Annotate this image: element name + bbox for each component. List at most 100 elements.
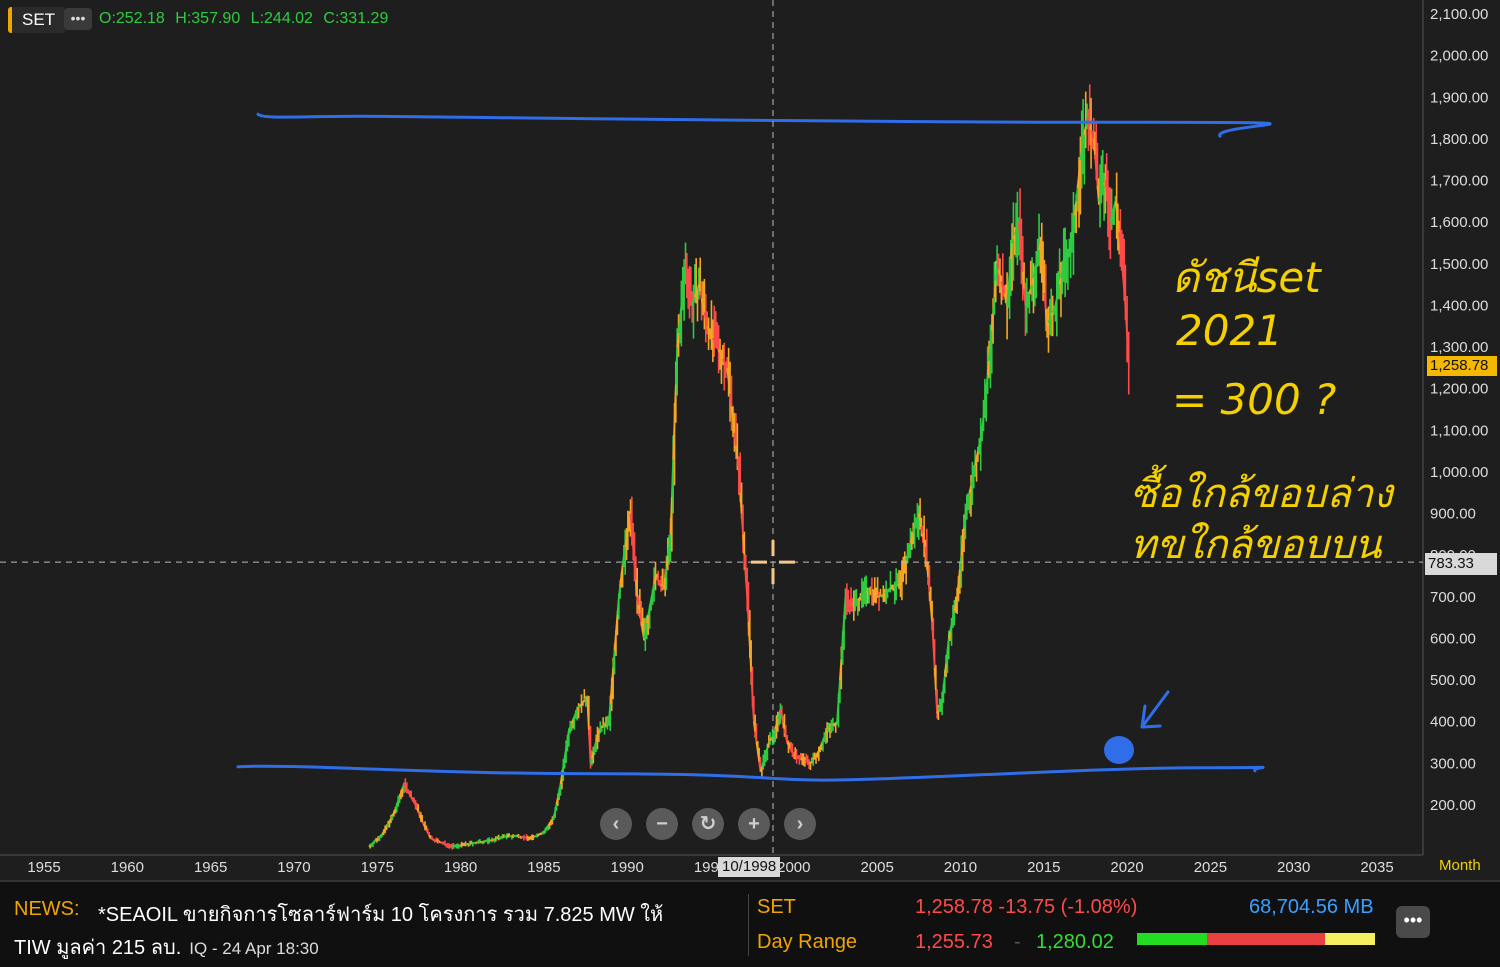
price-line-segment bbox=[429, 836, 430, 839]
price-line-segment bbox=[1012, 239, 1013, 243]
price-line-segment bbox=[602, 726, 603, 727]
price-line-segment bbox=[860, 596, 861, 597]
handwritten-note: ซื้อใกล้ขอบล่าง bbox=[1130, 464, 1395, 517]
price-line-segment bbox=[432, 839, 433, 840]
handwritten-note: ทขใกล้ขอบบน bbox=[1130, 522, 1383, 568]
y-tick-label: 1,600.00 bbox=[1430, 214, 1488, 231]
price-line-segment bbox=[1008, 274, 1009, 290]
price-line-segment bbox=[583, 700, 584, 702]
price-line-segment bbox=[1122, 259, 1123, 275]
price-line-segment bbox=[384, 829, 385, 832]
price-line-segment bbox=[1120, 243, 1121, 259]
price-line-segment bbox=[1095, 155, 1096, 171]
more-options-icon[interactable]: ••• bbox=[64, 8, 92, 30]
price-line-segment bbox=[770, 738, 771, 740]
price-line-segment bbox=[1101, 189, 1102, 193]
interval-label[interactable]: Month bbox=[1439, 857, 1481, 874]
zoom-in-icon[interactable]: + bbox=[738, 808, 770, 840]
scroll-left-icon[interactable]: ‹ bbox=[600, 808, 632, 840]
x-tick-label: 2030 bbox=[1277, 859, 1310, 876]
price-line-segment bbox=[876, 593, 877, 594]
price-line-segment bbox=[829, 728, 830, 729]
price-line-segment bbox=[1011, 243, 1012, 259]
x-tick-label: 2010 bbox=[944, 859, 977, 876]
news-label: NEWS: bbox=[14, 898, 80, 921]
price-line-segment bbox=[848, 600, 849, 601]
y-tick-label: 1,200.00 bbox=[1430, 381, 1488, 398]
news-headline-line1[interactable]: *SEAOIL ขายกิจการโซลาร์ฟาร์ม 10 โครงการ … bbox=[98, 898, 663, 930]
chart-area[interactable]: ดัชนีset2021= 300 ?ซื้อใกล้ขอบล่างทขใกล้… bbox=[0, 0, 1500, 880]
dot-marker bbox=[1104, 736, 1134, 764]
x-tick-label: 1980 bbox=[444, 859, 477, 876]
price-line-segment bbox=[1108, 201, 1109, 211]
price-line-segment bbox=[420, 815, 421, 818]
price-line-segment bbox=[1113, 207, 1114, 212]
price-line-segment bbox=[1119, 233, 1120, 243]
scroll-right-icon[interactable]: › bbox=[784, 808, 816, 840]
price-line-segment bbox=[599, 729, 600, 730]
price-line-segment bbox=[1091, 131, 1092, 135]
high-value: H:357.90 bbox=[175, 10, 240, 27]
zoom-out-icon[interactable]: − bbox=[646, 808, 678, 840]
price-line-segment bbox=[408, 792, 409, 795]
price-line-segment bbox=[889, 589, 890, 590]
price-line-segment bbox=[537, 835, 538, 836]
price-line-segment bbox=[812, 759, 813, 761]
price-line-segment bbox=[1124, 290, 1125, 306]
reset-icon[interactable]: ↻ bbox=[692, 808, 724, 840]
menu-icon[interactable]: ••• bbox=[1396, 906, 1430, 938]
close-value: C:331.29 bbox=[323, 10, 388, 27]
last-price-tag: 1,258.78 bbox=[1427, 356, 1497, 376]
price-line-segment bbox=[898, 585, 899, 586]
price-line-segment bbox=[370, 844, 371, 845]
price-line-segment bbox=[376, 839, 377, 840]
price-line-segment bbox=[817, 751, 818, 753]
price-line-segment bbox=[1028, 293, 1029, 297]
x-tick-label: 2015 bbox=[1027, 859, 1060, 876]
x-tick-label: 2025 bbox=[1194, 859, 1227, 876]
y-tick-label: 200.00 bbox=[1430, 797, 1476, 814]
lower-channel-line bbox=[238, 766, 1263, 780]
x-tick-label: 2035 bbox=[1360, 859, 1393, 876]
price-line-segment bbox=[856, 600, 857, 602]
price-line-segment bbox=[382, 832, 383, 835]
price-chart[interactable]: ดัชนีset2021= 300 ?ซื้อใกล้ขอบล่างทขใกล้… bbox=[0, 0, 1500, 880]
price-line-segment bbox=[1010, 259, 1011, 275]
price-line-segment bbox=[424, 824, 425, 827]
price-line-segment bbox=[1027, 297, 1028, 301]
price-line-segment bbox=[787, 743, 788, 745]
price-line-segment bbox=[550, 822, 551, 824]
ohlc-readout: O:252.18 H:357.90 L:244.02 C:331.29 bbox=[99, 10, 394, 28]
price-line-segment bbox=[380, 835, 381, 836]
price-line-segment bbox=[657, 578, 658, 580]
price-line-segment bbox=[875, 592, 876, 593]
y-tick-label: 1,700.00 bbox=[1430, 173, 1488, 190]
price-line-segment bbox=[878, 594, 879, 595]
price-line-segment bbox=[932, 622, 933, 645]
quote-price-change: 1,258.78 -13.75 (-1.08%) bbox=[915, 896, 1137, 919]
price-line-segment bbox=[773, 734, 774, 736]
price-line-segment bbox=[870, 589, 871, 590]
price-line-segment bbox=[552, 817, 553, 819]
price-line-segment bbox=[799, 758, 800, 759]
price-line-segment bbox=[892, 587, 893, 588]
bottom-panel: NEWS: *SEAOIL ขายกิจการโซลาร์ฟาร์ม 10 โค… bbox=[0, 880, 1500, 967]
x-tick-label: 2020 bbox=[1110, 859, 1143, 876]
price-line-segment bbox=[847, 598, 848, 599]
price-line-segment bbox=[544, 830, 545, 832]
symbol-badge[interactable]: SET bbox=[8, 7, 65, 33]
price-line-segment bbox=[1099, 197, 1100, 201]
price-line-segment bbox=[607, 722, 608, 723]
news-headline-line2[interactable]: TIW มูลค่า 215 ลบ.IQ - 24 Apr 18:30 bbox=[14, 931, 319, 963]
price-line-segment bbox=[790, 748, 791, 750]
price-series bbox=[369, 84, 1129, 849]
x-tick-label: 1965 bbox=[194, 859, 227, 876]
price-line-segment bbox=[619, 586, 620, 596]
price-line-segment bbox=[810, 761, 811, 763]
price-line-segment bbox=[407, 789, 408, 792]
price-line-segment bbox=[859, 597, 860, 599]
range-bar-red bbox=[1207, 933, 1325, 945]
price-line-segment bbox=[548, 824, 549, 826]
price-line-segment bbox=[1016, 226, 1017, 230]
price-line-segment bbox=[540, 833, 541, 834]
